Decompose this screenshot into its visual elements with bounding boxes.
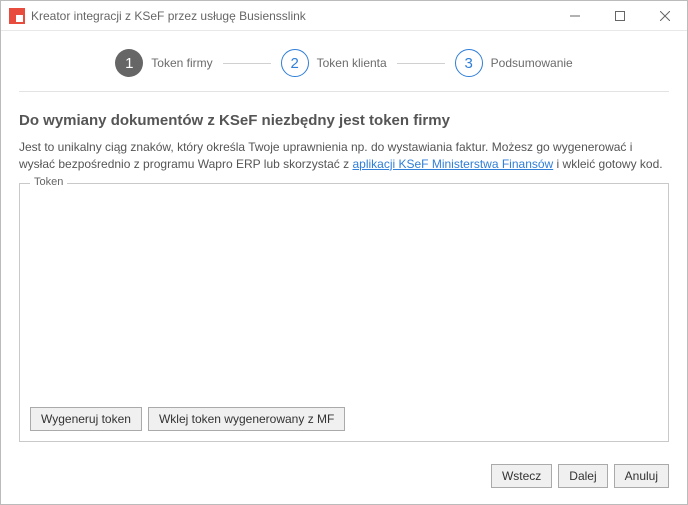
minimize-icon [570, 11, 580, 21]
token-legend: Token [30, 176, 67, 188]
close-icon [660, 11, 670, 21]
footer: Wstecz Dalej Anuluj [1, 452, 687, 504]
desc-text-2: i wkleić gotowy kod. [553, 157, 662, 171]
cancel-button[interactable]: Anuluj [614, 464, 669, 488]
paste-token-button[interactable]: Wklej token wygenerowany z MF [148, 407, 345, 431]
step-separator [397, 63, 445, 64]
step-2-circle: 2 [281, 49, 309, 77]
next-button[interactable]: Dalej [558, 464, 607, 488]
window-title: Kreator integracji z KSeF przez usługę B… [31, 9, 552, 23]
step-separator [223, 63, 271, 64]
step-3-label: Podsumowanie [491, 56, 573, 70]
token-fieldset: Token Wygeneruj token Wklej token wygene… [19, 183, 669, 442]
maximize-button[interactable] [597, 1, 642, 31]
ksef-app-link[interactable]: aplikacji KSeF Ministerstwa Finansów [352, 157, 553, 171]
stepper: 1 Token firmy 2 Token klienta 3 Podsumow… [1, 31, 687, 91]
step-1-circle: 1 [115, 49, 143, 77]
page-heading: Do wymiany dokumentów z KSeF niezbędny j… [19, 112, 669, 129]
maximize-icon [615, 11, 625, 21]
step-1: 1 Token firmy [115, 49, 212, 77]
app-icon [9, 8, 25, 24]
generate-token-button[interactable]: Wygeneruj token [30, 407, 142, 431]
titlebar: Kreator integracji z KSeF przez usługę B… [1, 1, 687, 31]
close-button[interactable] [642, 1, 687, 31]
page-description: Jest to unikalny ciąg znaków, który okre… [19, 139, 669, 173]
minimize-button[interactable] [552, 1, 597, 31]
step-2-label: Token klienta [317, 56, 387, 70]
token-buttons: Wygeneruj token Wklej token wygenerowany… [30, 407, 658, 431]
step-3: 3 Podsumowanie [455, 49, 573, 77]
step-1-label: Token firmy [151, 56, 212, 70]
step-2: 2 Token klienta [281, 49, 387, 77]
content: Do wymiany dokumentów z KSeF niezbędny j… [1, 92, 687, 452]
back-button[interactable]: Wstecz [491, 464, 552, 488]
step-3-circle: 3 [455, 49, 483, 77]
token-area [30, 200, 658, 407]
